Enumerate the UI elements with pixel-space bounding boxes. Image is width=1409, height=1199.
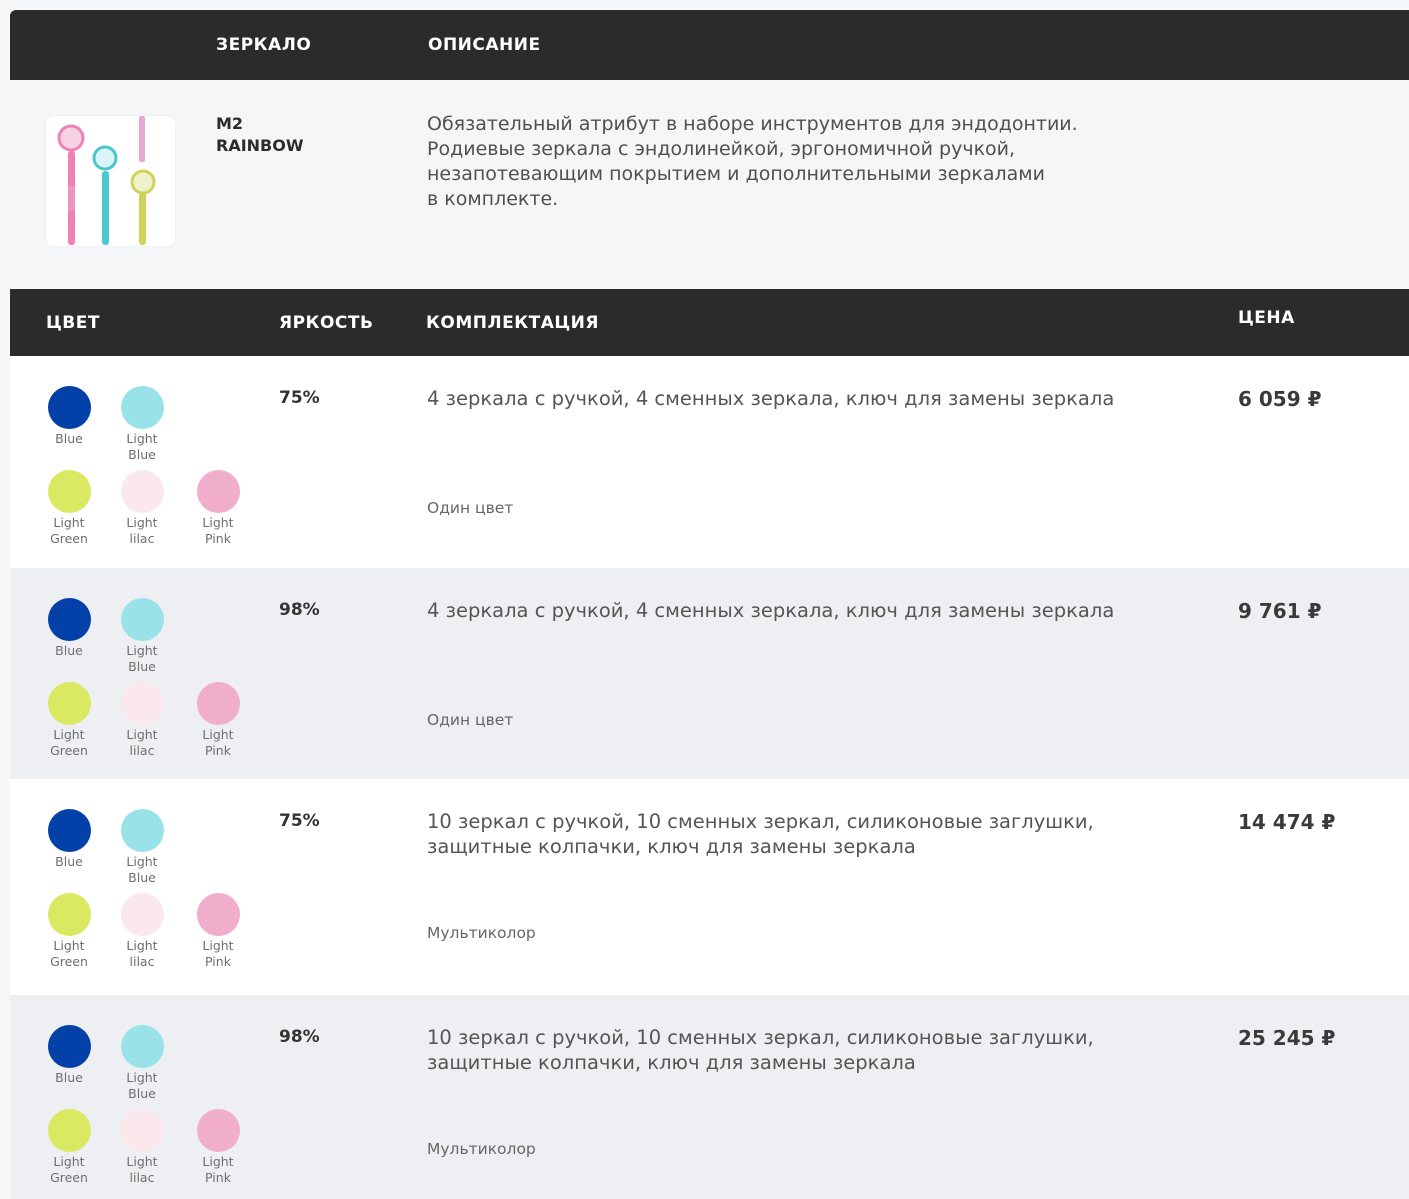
color-swatch[interactable]: Light lilac (116, 682, 168, 759)
kit-description: 4 зеркала с ручкой, 4 сменных зеркала, к… (427, 387, 1115, 410)
color-label: Light lilac (126, 938, 158, 969)
color-label: Light Blue (126, 643, 158, 674)
color-swatch[interactable]: Blue (43, 809, 95, 870)
color-swatch[interactable]: Blue (43, 598, 95, 659)
brightness-value: 98% (279, 1027, 320, 1047)
kit-description: 4 зеркала с ручкой, 4 сменных зеркала, к… (427, 599, 1115, 622)
color-swatch[interactable]: Light Pink (192, 893, 244, 970)
color-label: Light Green (50, 727, 88, 758)
variant-row[interactable]: Blue Light Blue Light Green Light lilac Ligh… (10, 995, 1409, 1199)
color-dot (196, 893, 240, 936)
color-label: Light Blue (126, 431, 158, 462)
color-swatch[interactable]: Light Pink (192, 470, 244, 547)
color-swatch[interactable]: Light lilac (116, 1109, 168, 1186)
header-kit: КОМПЛЕКТАЦИЯ (426, 312, 599, 333)
kit-color-type: Один цвет (427, 499, 514, 517)
color-label: Light Green (50, 1154, 88, 1185)
color-swatch[interactable]: Blue (43, 386, 95, 447)
color-swatch[interactable]: Light Blue (116, 809, 168, 886)
color-swatch[interactable]: Light Green (43, 1109, 95, 1186)
price-value: 25 245 ₽ (1238, 1026, 1336, 1050)
color-swatch[interactable]: Light lilac (116, 893, 168, 970)
color-dot (120, 470, 164, 513)
product-image[interactable] (46, 116, 175, 246)
color-label: Light Blue (126, 854, 158, 885)
dental-mirrors-image (57, 116, 156, 245)
header-brightness: ЯРКОСТЬ (279, 312, 374, 333)
product-row: M2 RAINBOW Обязательный атрибут в наборе… (10, 80, 1409, 289)
kit-description: 10 зеркал с ручкой, 10 сменных зеркал, с… (427, 1026, 1094, 1074)
color-label: Blue (55, 431, 83, 446)
header-price: ЦЕНА (1238, 307, 1295, 328)
price-value: 6 059 ₽ (1238, 387, 1322, 411)
price-value: 14 474 ₽ (1238, 810, 1336, 834)
price-value: 9 761 ₽ (1238, 599, 1322, 623)
color-dot (120, 682, 164, 725)
color-label: Blue (55, 643, 83, 658)
variants-header: ЦВЕТ ЯРКОСТЬ КОМПЛЕКТАЦИЯ ЦЕНА (10, 289, 1409, 356)
product-description: Обязательный атрибут в наборе инструмент… (427, 113, 1078, 210)
color-dot (47, 470, 91, 513)
product-model: M2 RAINBOW (216, 114, 304, 155)
color-swatch[interactable]: Light Blue (116, 598, 168, 675)
color-dot (47, 1025, 91, 1068)
color-label: Light Pink (202, 727, 234, 758)
color-dot (47, 809, 91, 852)
color-dot (196, 1109, 240, 1152)
header-bar: ЗЕРКАЛО ОПИСАНИЕ (10, 10, 1409, 80)
kit-color-type: Мультиколор (427, 1140, 536, 1158)
color-dot (120, 809, 164, 852)
color-swatch[interactable]: Light Green (43, 470, 95, 547)
brightness-value: 75% (279, 388, 320, 408)
color-label: Blue (55, 854, 83, 869)
color-label: Light Pink (202, 1154, 234, 1185)
color-dot (120, 1109, 164, 1152)
color-swatch[interactable]: Light Green (43, 682, 95, 759)
color-label: Light Green (50, 938, 88, 969)
brightness-value: 75% (279, 811, 320, 831)
color-dot (47, 682, 91, 725)
color-swatch[interactable]: Light Pink (192, 682, 244, 759)
variant-row[interactable]: Blue Light Blue Light Green Light lilac Ligh… (10, 779, 1409, 995)
color-label: Light lilac (126, 1154, 158, 1185)
color-swatch[interactable]: Light Pink (192, 1109, 244, 1186)
variant-row[interactable]: Blue Light Blue Light Green Light lilac Ligh… (10, 568, 1409, 779)
color-label: Light Blue (126, 1070, 158, 1101)
color-dot (47, 1109, 91, 1152)
color-swatch[interactable]: Light Blue (116, 386, 168, 463)
color-swatch[interactable]: Blue (43, 1025, 95, 1086)
color-label: Light lilac (126, 515, 158, 546)
header-mirror: ЗЕРКАЛО (216, 35, 312, 55)
color-swatch[interactable]: Light lilac (116, 470, 168, 547)
color-swatch[interactable]: Light Blue (116, 1025, 168, 1102)
color-dot (120, 1025, 164, 1068)
color-label: Blue (55, 1070, 83, 1085)
color-label: Light Green (50, 515, 88, 546)
color-dot (120, 386, 164, 429)
color-dot (196, 470, 240, 513)
variant-row[interactable]: Blue Light Blue Light Green Light lilac Ligh… (10, 356, 1409, 568)
color-dot (47, 386, 91, 429)
header-color: ЦВЕТ (46, 312, 100, 333)
color-dot (47, 598, 91, 641)
header-description: ОПИСАНИЕ (428, 35, 541, 55)
color-dot (120, 893, 164, 936)
color-dot (120, 598, 164, 641)
kit-color-type: Один цвет (427, 711, 514, 729)
brightness-value: 98% (279, 600, 320, 620)
color-dot (196, 682, 240, 725)
product-table: ЗЕРКАЛО ОПИСАНИЕ M2 RAINBOW Обязательный… (10, 10, 1409, 1199)
color-label: Light Pink (202, 515, 234, 546)
color-swatch[interactable]: Light Green (43, 893, 95, 970)
color-label: Light Pink (202, 938, 234, 969)
kit-description: 10 зеркал с ручкой, 10 сменных зеркал, с… (427, 810, 1094, 858)
kit-color-type: Мультиколор (427, 924, 536, 942)
color-label: Light lilac (126, 727, 158, 758)
color-dot (47, 893, 91, 936)
